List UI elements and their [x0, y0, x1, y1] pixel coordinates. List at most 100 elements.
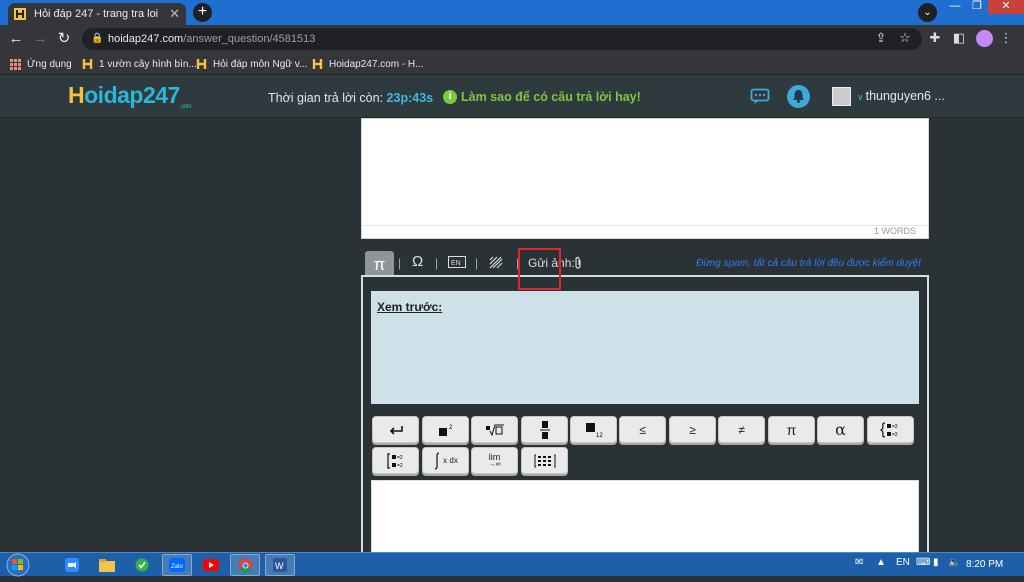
word-count: 1 WORDS	[873, 226, 916, 236]
newline-button[interactable]	[372, 416, 419, 443]
less-equal-button[interactable]: ≤	[619, 416, 666, 443]
language-en-icon[interactable]: EN	[448, 256, 466, 271]
fraction-icon	[539, 420, 550, 439]
svg-text:=2: =2	[397, 463, 403, 469]
zoom-app-icon[interactable]	[57, 554, 87, 576]
bookmark-label: Ứng dụng	[27, 58, 72, 70]
zalo-app-icon[interactable]: Zalo	[162, 554, 192, 576]
notification-bell-icon[interactable]	[787, 85, 810, 108]
answer-editor-area: 1 WORDS π | Ω | EN | | Gửi ảnh: Đừng spa…	[361, 118, 929, 560]
url-host: hoidap247.com	[108, 33, 184, 45]
matrix-icon	[534, 454, 555, 467]
paperclip-icon[interactable]	[573, 256, 583, 273]
bookmark-apps[interactable]: Ứng dụng	[10, 57, 72, 71]
answer-timer: Thời gian trả lời còn: 23p:43s	[268, 91, 433, 105]
toolbar-divider: |	[435, 256, 439, 270]
bracket-system-button[interactable]: =2 =2	[372, 447, 419, 474]
profile-avatar-icon[interactable]	[976, 30, 993, 47]
timer-label: Thời gian trả lời còn:	[268, 91, 384, 105]
word-app-icon[interactable]: W	[265, 554, 295, 576]
green-app-icon[interactable]	[127, 554, 157, 576]
chrome-app-icon[interactable]	[230, 554, 260, 576]
limit-button[interactable]: lim →∞	[471, 447, 518, 474]
browser-menu-icon[interactable]: ⋮	[998, 30, 1014, 46]
tab-search-icon[interactable]: ⌄	[918, 3, 937, 22]
bookmark-item[interactable]: Hoidap247.com - H...	[312, 57, 424, 71]
subscript-button[interactable]: 12	[570, 416, 617, 443]
logo-com: .com	[180, 104, 192, 110]
alpha-button[interactable]: α	[817, 416, 864, 443]
keyboard-icon[interactable]: ⌨	[916, 557, 930, 568]
root-button[interactable]	[471, 416, 518, 443]
user-menu[interactable]: ∨ thunguyen6 ...	[857, 89, 945, 103]
math-editor-panel: Xem trước: 2 12 ≤ ≥ ≠ π α =2 =2 =2 =2 x …	[361, 275, 929, 560]
start-button[interactable]	[2, 553, 36, 577]
svg-text:Zalo: Zalo	[171, 564, 183, 570]
network-icon[interactable]: ▮	[933, 557, 939, 568]
extensions-puzzle-icon[interactable]: ✚	[927, 30, 943, 46]
fraction-button[interactable]	[521, 416, 568, 443]
preview-label: Xem trước:	[377, 300, 443, 314]
url-path: /answer_question/4581513	[183, 33, 316, 45]
nth-root-icon	[485, 424, 504, 436]
math-input-box[interactable]	[371, 480, 919, 560]
logo-h: H	[68, 82, 85, 108]
svg-text:2: 2	[449, 425, 453, 431]
math-pi-tab[interactable]: π	[365, 251, 394, 278]
pi-button[interactable]: π	[768, 416, 815, 443]
browser-tab[interactable]: Hỏi đáp 247 - trang tra loi ✕	[8, 3, 186, 25]
forward-arrow-icon[interactable]: →	[31, 30, 49, 48]
share-icon[interactable]: ⇪	[873, 30, 889, 46]
toolbar-divider: |	[398, 256, 402, 270]
tip-text: Làm sao để có câu trả lời hay!	[461, 90, 641, 104]
tab-close-icon[interactable]: ✕	[169, 6, 180, 22]
side-panel-icon[interactable]: ◧	[951, 30, 967, 46]
close-window-icon[interactable]: ✕	[988, 0, 1024, 14]
restore-window-icon[interactable]: ❐	[966, 0, 988, 14]
address-bar[interactable]: 🔒 hoidap247.com/answer_question/4581513	[82, 28, 922, 50]
logo-text: oidap247	[84, 82, 180, 108]
editor-toolbar: π | Ω | EN | | Gửi ảnh: Đừng spam, tất c…	[361, 248, 929, 278]
superscript-button[interactable]: 2	[422, 416, 469, 443]
system-equations-button[interactable]: =2 =2	[867, 416, 914, 443]
greater-equal-button[interactable]: ≥	[669, 416, 716, 443]
user-avatar[interactable]	[832, 87, 851, 106]
tab-title: Hỏi đáp 247 - trang tra loi	[34, 8, 159, 20]
hoidap-favicon-icon	[312, 59, 323, 69]
youtube-app-icon[interactable]	[196, 554, 226, 576]
back-arrow-icon[interactable]: ←	[7, 30, 25, 48]
minimize-window-icon[interactable]: —	[944, 0, 966, 14]
subscript-icon: 12	[585, 422, 603, 438]
integral-icon	[435, 451, 440, 470]
taskbar-clock[interactable]: 8:20 PM	[966, 559, 1003, 570]
bookmark-item[interactable]: 1 vườn cây hình bìn...	[82, 57, 197, 71]
superscript-icon: 2	[438, 425, 453, 436]
answer-tip-link[interactable]: i Làm sao để có câu trả lời hay!	[443, 90, 641, 104]
info-icon: i	[443, 90, 457, 104]
browser-toolbar: ← → ↻ 🔒 hoidap247.com/answer_question/45…	[0, 25, 1024, 53]
bookmark-star-icon[interactable]: ☆	[897, 30, 913, 46]
answer-textarea[interactable]: 1 WORDS	[361, 118, 929, 239]
language-indicator[interactable]: EN	[896, 557, 910, 568]
action-center-icon[interactable]: ✉	[855, 557, 863, 568]
new-tab-button[interactable]: +	[193, 3, 212, 22]
chat-icon[interactable]	[750, 88, 770, 105]
integral-button[interactable]: x dx	[422, 447, 469, 474]
volume-icon[interactable]: 🔈	[948, 557, 960, 568]
integral-label: x dx	[443, 456, 458, 465]
spam-notice: Đừng spam, tất cả câu trả lời đều được k…	[696, 258, 921, 269]
not-equal-button[interactable]: ≠	[718, 416, 765, 443]
bookmark-item[interactable]: Hỏi đáp môn Ngữ v...	[196, 57, 307, 71]
preview-box: Xem trước:	[371, 291, 919, 404]
draw-icon[interactable]	[489, 256, 503, 272]
matrix-button[interactable]	[521, 447, 568, 474]
bookmarks-bar: Ứng dụng 1 vườn cây hình bìn... Hỏi đáp …	[0, 53, 1024, 75]
reload-icon[interactable]: ↻	[55, 30, 73, 48]
file-explorer-icon[interactable]	[92, 554, 122, 576]
fraction-button-highlight	[518, 248, 561, 290]
site-logo[interactable]: Hoidap247 .com	[68, 82, 192, 110]
omega-symbol-tab-icon[interactable]: Ω	[412, 253, 423, 270]
hoidap-favicon-icon	[14, 8, 26, 20]
hoidap-favicon-icon	[196, 59, 207, 69]
show-hidden-icons-chevron-icon[interactable]: ▲	[876, 557, 886, 568]
